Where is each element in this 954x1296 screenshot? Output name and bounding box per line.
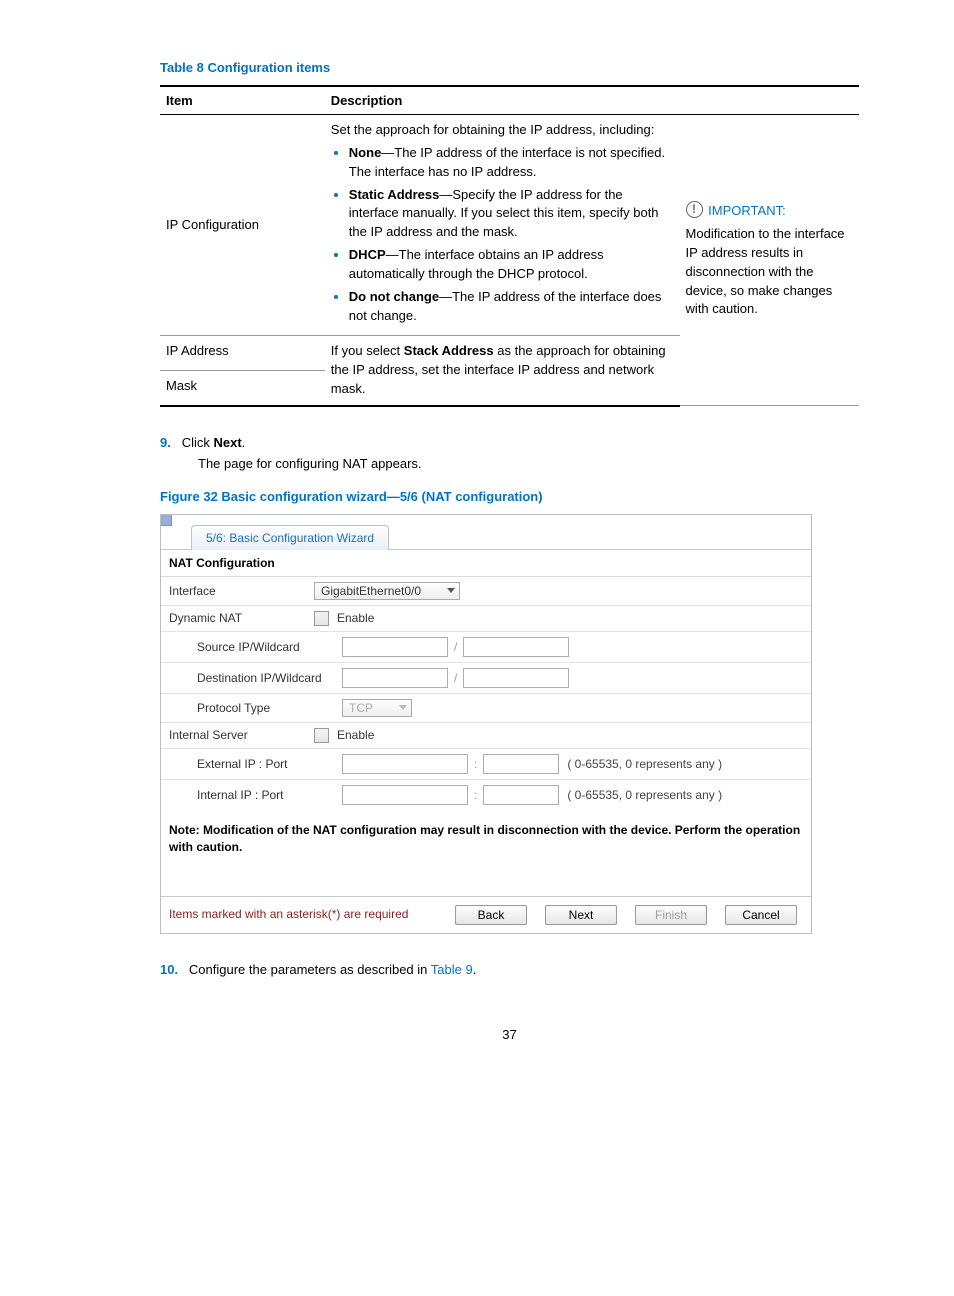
row-source-ip: Source IP/Wildcard /: [161, 632, 811, 663]
enable-label: Enable: [337, 728, 374, 742]
dynamic-nat-label: Dynamic NAT: [169, 611, 314, 625]
cell-ipaddr-label: IP Address: [160, 336, 325, 371]
bullet-none: None—The IP address of the interface is …: [349, 144, 674, 182]
alert-icon: [686, 201, 703, 218]
table9-link[interactable]: Table 9: [431, 962, 473, 977]
external-ipport-label: External IP : Port: [169, 757, 342, 771]
dest-wildcard-input[interactable]: [463, 668, 569, 688]
enable-label: Enable: [337, 611, 374, 625]
row-dynamic-nat: Dynamic NAT Enable: [161, 606, 811, 632]
internal-ip-input[interactable]: [342, 785, 468, 805]
back-button[interactable]: Back: [455, 905, 527, 925]
colon-divider: :: [472, 757, 479, 771]
internal-ipport-label: Internal IP : Port: [169, 788, 342, 802]
slash-divider: /: [452, 640, 459, 654]
step-9: 9. Click Next.: [160, 435, 859, 450]
bullet-static: Static Address—Specify the IP address fo…: [349, 186, 674, 243]
dest-ip-label: Destination IP/Wildcard: [169, 671, 342, 685]
important-body: Modification to the interface IP address…: [686, 225, 853, 319]
cell-ipcfg-label: IP Configuration: [160, 115, 325, 336]
wizard-tab[interactable]: 5/6: Basic Configuration Wizard: [191, 525, 389, 550]
interface-select[interactable]: GigabitEthernet0/0: [314, 582, 460, 600]
th-desc: Description: [325, 86, 859, 115]
cell-mask-label: Mask: [160, 371, 325, 406]
th-item: Item: [160, 86, 325, 115]
dynamic-nat-checkbox[interactable]: [314, 611, 329, 626]
cell-ipcfg-desc: Set the approach for obtaining the IP ad…: [325, 115, 680, 336]
port-range-hint: ( 0-65535, 0 represents any ): [567, 788, 722, 802]
row-internal-ip-port: Internal IP : Port : ( 0-65535, 0 repres…: [161, 780, 811, 810]
source-wildcard-input[interactable]: [463, 637, 569, 657]
table8-caption: Table 8 Configuration items: [160, 60, 859, 75]
protocol-select[interactable]: TCP: [342, 699, 412, 717]
cell-ipmask-desc: If you select Stack Address as the appro…: [325, 336, 680, 406]
page-number: 37: [160, 1027, 859, 1042]
row-ip-configuration: IP Configuration Set the approach for ob…: [160, 115, 859, 336]
dest-ip-input[interactable]: [342, 668, 448, 688]
row-internal-server: Internal Server Enable: [161, 723, 811, 749]
protocol-label: Protocol Type: [169, 701, 342, 715]
source-ip-input[interactable]: [342, 637, 448, 657]
external-ip-input[interactable]: [342, 754, 468, 774]
required-note: Items marked with an asterisk(*) are req…: [169, 907, 429, 923]
chevron-down-icon: [447, 588, 455, 593]
internal-server-label: Internal Server: [169, 728, 314, 742]
bullet-dhcp: DHCP—The interface obtains an IP address…: [349, 246, 674, 284]
cell-important: IMPORTANT: Modification to the interface…: [680, 115, 859, 406]
external-port-input[interactable]: [483, 754, 559, 774]
internal-port-input[interactable]: [483, 785, 559, 805]
source-ip-label: Source IP/Wildcard: [169, 640, 342, 654]
colon-divider: :: [472, 788, 479, 802]
internal-server-checkbox[interactable]: [314, 728, 329, 743]
chevron-down-icon: [399, 705, 407, 710]
ipcfg-intro: Set the approach for obtaining the IP ad…: [331, 121, 674, 140]
row-interface: Interface GigabitEthernet0/0: [161, 577, 811, 606]
figure32-caption: Figure 32 Basic configuration wizard—5/6…: [160, 489, 859, 504]
row-external-ip-port: External IP : Port : ( 0-65535, 0 repres…: [161, 749, 811, 780]
interface-label: Interface: [169, 584, 314, 598]
finish-button[interactable]: Finish: [635, 905, 707, 925]
nat-section-title: NAT Configuration: [161, 550, 811, 577]
wizard-corner-decor: [161, 515, 172, 526]
step-9-body: The page for configuring NAT appears.: [198, 456, 859, 471]
slash-divider: /: [452, 671, 459, 685]
wizard-5-6: 5/6: Basic Configuration Wizard NAT Conf…: [160, 514, 812, 934]
important-heading: IMPORTANT:: [686, 201, 853, 221]
next-button[interactable]: Next: [545, 905, 617, 925]
row-dest-ip: Destination IP/Wildcard /: [161, 663, 811, 694]
cancel-button[interactable]: Cancel: [725, 905, 797, 925]
port-range-hint: ( 0-65535, 0 represents any ): [567, 757, 722, 771]
row-protocol-type: Protocol Type TCP: [161, 694, 811, 723]
step-10: 10. Configure the parameters as describe…: [160, 962, 859, 977]
bullet-nochange: Do not change—The IP address of the inte…: [349, 288, 674, 326]
table8: Item Description IP Configuration Set th…: [160, 85, 859, 407]
wizard-note: Note: Modification of the NAT configurat…: [161, 810, 811, 896]
